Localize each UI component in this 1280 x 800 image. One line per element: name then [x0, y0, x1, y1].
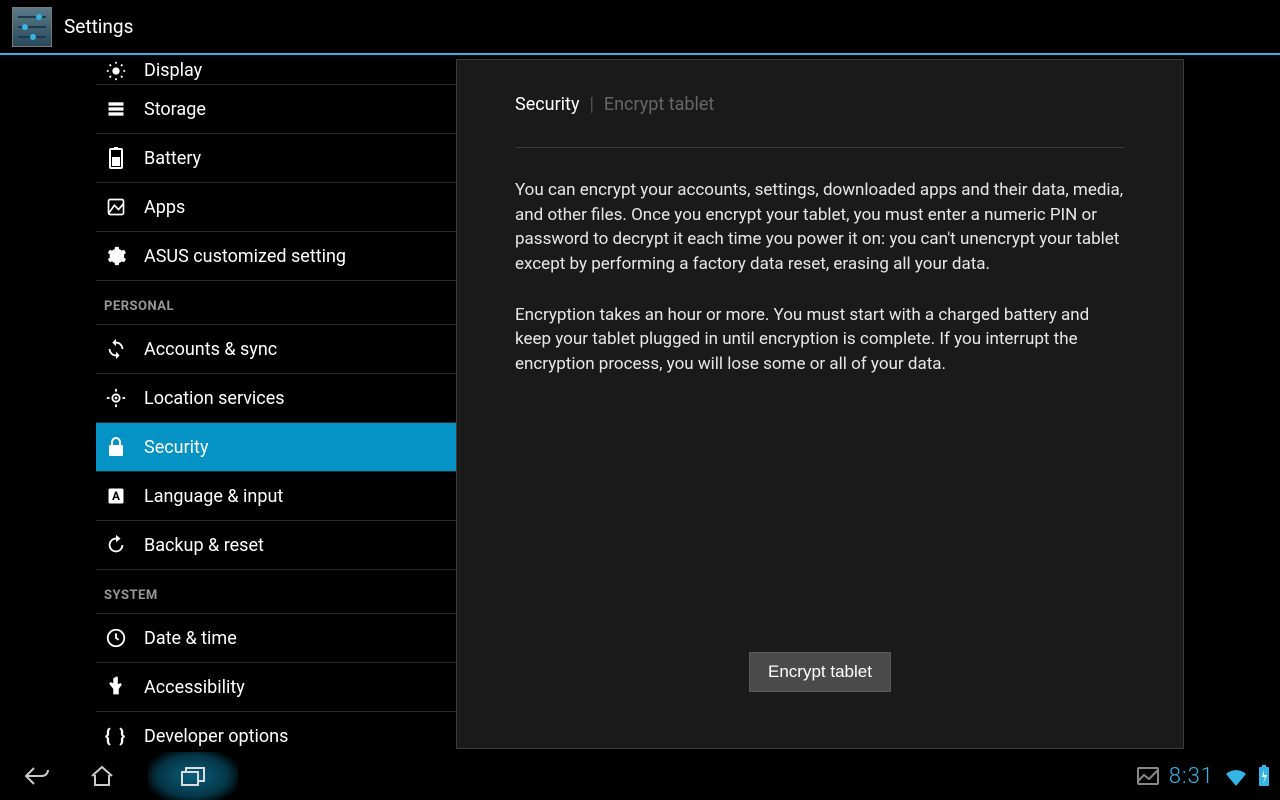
svg-text:A: A — [112, 489, 120, 503]
sidebar-item-battery[interactable]: Battery — [96, 134, 456, 183]
braces-icon: { } — [104, 724, 128, 748]
sidebar-section-system: SYSTEM — [96, 570, 456, 614]
main-content: Security | Encrypt tablet You can encryp… — [456, 55, 1280, 752]
settings-sidebar: Display Storage Battery Apps — [0, 55, 456, 752]
app-header: Settings — [0, 0, 1280, 55]
breadcrumb-current[interactable]: Security — [515, 94, 579, 115]
apps-icon — [104, 195, 128, 219]
lock-icon — [104, 435, 128, 459]
sidebar-item-backup[interactable]: Backup & reset — [96, 521, 456, 570]
sidebar-item-location[interactable]: Location services — [96, 374, 456, 423]
sidebar-item-label: Apps — [144, 197, 185, 218]
sync-icon — [104, 337, 128, 361]
display-icon — [104, 59, 128, 83]
clock-icon — [104, 626, 128, 650]
sidebar-item-language[interactable]: A Language & input — [96, 472, 456, 521]
gallery-status-icon[interactable] — [1137, 767, 1159, 785]
sidebar-item-label: Display — [144, 60, 202, 81]
encrypt-tablet-button[interactable]: Encrypt tablet — [749, 652, 891, 692]
body-paragraph-1: You can encrypt your accounts, settings,… — [515, 178, 1125, 277]
encrypt-description: You can encrypt your accounts, settings,… — [515, 148, 1125, 376]
breadcrumb-next: Encrypt tablet — [604, 94, 714, 115]
app-title: Settings — [64, 15, 133, 38]
sidebar-item-label: Location services — [144, 388, 285, 409]
sidebar-item-datetime[interactable]: Date & time — [96, 614, 456, 663]
status-clock[interactable]: 8:31 — [1169, 764, 1214, 789]
language-icon: A — [104, 484, 128, 508]
sidebar-item-label: Accounts & sync — [144, 339, 277, 360]
sidebar-item-label: Storage — [144, 99, 206, 120]
settings-app-icon — [12, 7, 52, 47]
backup-icon — [104, 533, 128, 557]
sidebar-item-label: Date & time — [144, 628, 237, 649]
body-paragraph-2: Encryption takes an hour or more. You mu… — [515, 303, 1125, 377]
gear-icon — [104, 244, 128, 268]
battery-icon — [104, 146, 128, 170]
system-navbar: 8:31 — [0, 752, 1280, 800]
recent-apps-button[interactable] — [148, 752, 238, 800]
sidebar-item-asus[interactable]: ASUS customized setting — [96, 232, 456, 281]
hand-icon — [104, 675, 128, 699]
sidebar-item-developer[interactable]: { } Developer options — [96, 712, 456, 752]
home-button[interactable] — [84, 758, 120, 794]
sidebar-section-personal: PERSONAL — [96, 281, 456, 325]
sidebar-item-accessibility[interactable]: Accessibility — [96, 663, 456, 712]
sidebar-item-display[interactable]: Display — [96, 57, 456, 85]
battery-status-icon[interactable] — [1258, 765, 1270, 787]
sidebar-item-label: Developer options — [144, 726, 288, 747]
sidebar-item-label: Accessibility — [144, 677, 245, 698]
back-button[interactable] — [20, 758, 56, 794]
sidebar-item-apps[interactable]: Apps — [96, 183, 456, 232]
sidebar-item-security[interactable]: Security — [96, 423, 456, 472]
sidebar-item-storage[interactable]: Storage — [96, 85, 456, 134]
sidebar-item-label: ASUS customized setting — [144, 246, 346, 267]
sidebar-item-label: Language & input — [144, 486, 283, 507]
wifi-status-icon[interactable] — [1224, 766, 1248, 786]
breadcrumb: Security | Encrypt tablet — [515, 94, 1125, 148]
storage-icon — [104, 97, 128, 121]
location-icon — [104, 386, 128, 410]
sidebar-item-label: Battery — [144, 148, 201, 169]
encrypt-panel: Security | Encrypt tablet You can encryp… — [456, 59, 1184, 749]
breadcrumb-separator: | — [589, 94, 593, 115]
sidebar-item-accounts[interactable]: Accounts & sync — [96, 325, 456, 374]
sidebar-item-label: Security — [144, 437, 208, 458]
sidebar-item-label: Backup & reset — [144, 535, 264, 556]
